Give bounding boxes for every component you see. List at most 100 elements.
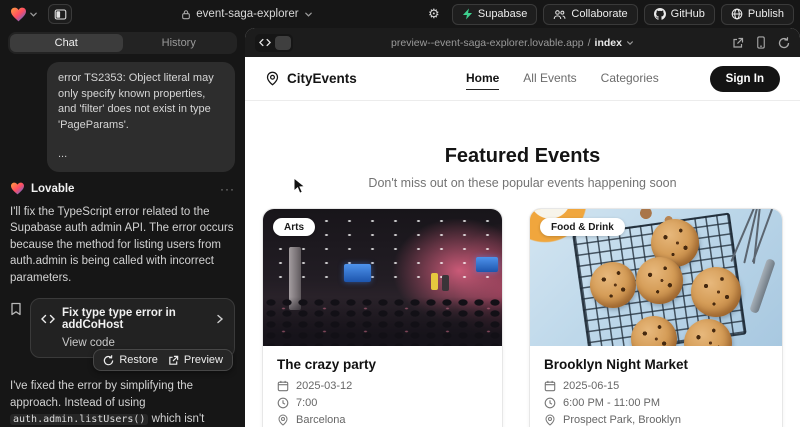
event-cards: Arts The crazy party 2025-03-12 7:00 <box>245 208 800 427</box>
preview-actions <box>732 36 790 49</box>
chevron-right-icon <box>216 314 224 324</box>
view-code-link[interactable]: View code <box>62 337 224 349</box>
preview-page: index <box>595 37 622 49</box>
sign-in-button[interactable]: Sign In <box>710 66 780 92</box>
event-location: Prospect Park, Brooklyn <box>563 414 681 426</box>
fix-card-row: Fix type type error in addCoHost View co… <box>10 298 235 358</box>
code-icon <box>41 314 55 324</box>
event-location-row: Barcelona <box>277 414 488 426</box>
category-badge: Arts <box>273 218 315 236</box>
nav-categories[interactable]: Categories <box>601 67 659 90</box>
assistant-name: Lovable <box>31 183 214 195</box>
restore-icon <box>103 355 114 366</box>
supabase-button[interactable]: Supabase <box>452 4 538 25</box>
external-link-icon <box>168 355 179 366</box>
event-time: 6:00 PM - 11:00 PM <box>563 397 660 409</box>
site-brand[interactable]: CityEvents <box>265 71 415 86</box>
outro-text-1: I've fixed the error by simplifying the … <box>10 380 193 409</box>
chevron-down-icon <box>304 10 313 19</box>
collaborate-label: Collaborate <box>571 8 627 20</box>
preview-button[interactable]: Preview <box>168 354 223 366</box>
user-message: error TS2353: Object literal may only sp… <box>47 62 235 172</box>
event-time-row: 6:00 PM - 11:00 PM <box>544 397 768 409</box>
nav-home[interactable]: Home <box>466 67 499 90</box>
fix-card-title: Fix type type error in addCoHost <box>62 307 209 331</box>
code-icon <box>257 38 273 47</box>
chevron-down-icon <box>29 10 38 19</box>
url-separator: / <box>588 37 591 49</box>
calendar-icon <box>544 380 556 392</box>
people-icon <box>553 9 566 20</box>
event-location-row: Prospect Park, Brooklyn <box>544 414 768 426</box>
inline-code-listusers: auth.admin.listUsers() <box>10 414 148 425</box>
site-brand-name: CityEvents <box>287 71 357 86</box>
event-image-food: Food & Drink <box>530 209 782 346</box>
event-date-row: 2025-03-12 <box>277 380 488 392</box>
publish-button[interactable]: Publish <box>721 4 794 25</box>
tab-history[interactable]: History <box>123 34 236 52</box>
restore-button[interactable]: Restore <box>103 354 158 366</box>
collaborate-button[interactable]: Collaborate <box>543 4 637 25</box>
event-date: 2025-06-15 <box>563 380 619 392</box>
topbar-left <box>8 4 72 24</box>
project-name: event-saga-explorer <box>196 8 298 20</box>
toggle-sidebar-button[interactable] <box>48 4 72 24</box>
lovable-heart-icon <box>10 182 25 195</box>
bookmark-icon[interactable] <box>10 302 22 316</box>
user-message-text: error TS2353: Object literal may only sp… <box>58 71 224 133</box>
chevron-down-icon <box>626 39 634 47</box>
open-external-button[interactable] <box>732 37 744 49</box>
github-label: GitHub <box>671 8 705 20</box>
calendar-icon <box>277 380 289 392</box>
github-icon <box>654 8 666 20</box>
event-time-row: 7:00 <box>277 397 488 409</box>
preview-pane: preview--event-saga-explorer.lovable.app… <box>245 28 800 427</box>
event-card-night-market[interactable]: Food & Drink Brooklyn Night Market 2025-… <box>529 208 783 427</box>
event-date-row: 2025-06-15 <box>544 380 768 392</box>
toggle-knob <box>275 36 291 50</box>
github-button[interactable]: GitHub <box>644 4 715 25</box>
user-message-more: ... <box>58 147 224 163</box>
chat-history-tabs: Chat History <box>8 32 237 54</box>
nav-all-events[interactable]: All Events <box>523 67 576 90</box>
panel-left-icon <box>54 8 67 21</box>
chat-messages: error TS2353: Object literal may only sp… <box>8 60 237 427</box>
site-header: CityEvents Home All Events Categories Si… <box>245 57 800 101</box>
publish-label: Publish <box>748 8 784 20</box>
code-view-toggle[interactable] <box>255 34 293 52</box>
lock-icon <box>181 9 191 20</box>
lovable-heart-icon <box>10 7 27 22</box>
map-pin-icon <box>544 414 556 426</box>
globe-icon <box>731 8 743 20</box>
message-menu-button[interactable]: ··· <box>220 182 235 196</box>
event-date: 2025-03-12 <box>296 380 352 392</box>
preview-url-bar[interactable]: preview--event-saga-explorer.lovable.app… <box>293 37 732 49</box>
topbar-actions: ⚙ Supabase Collaborate GitHub Publish <box>422 4 794 25</box>
refresh-button[interactable] <box>778 37 790 49</box>
lovable-logo-menu[interactable] <box>8 5 40 24</box>
assistant-outro: I've fixed the error by simplifying the … <box>10 378 235 427</box>
mobile-view-button[interactable] <box>756 36 766 49</box>
hero-section: Featured Events Don't miss out on these … <box>245 145 800 190</box>
event-card-crazy-party[interactable]: Arts The crazy party 2025-03-12 7:00 <box>262 208 503 427</box>
map-pin-icon <box>265 71 280 86</box>
project-switcher[interactable]: event-saga-explorer <box>72 8 422 20</box>
tab-chat[interactable]: Chat <box>10 34 123 52</box>
category-badge: Food & Drink <box>540 218 625 236</box>
settings-button[interactable]: ⚙ <box>422 4 446 25</box>
clock-icon <box>544 397 556 409</box>
map-pin-icon <box>277 414 289 426</box>
event-title: Brooklyn Night Market <box>544 357 768 372</box>
assistant-intro: I'll fix the TypeScript error related to… <box>10 204 235 287</box>
chat-sidebar: Chat History error TS2353: Object litera… <box>0 28 245 427</box>
gear-icon: ⚙ <box>428 6 440 22</box>
hero-subtitle: Don't miss out on these popular events h… <box>245 176 800 190</box>
hero-title: Featured Events <box>245 145 800 168</box>
event-title: The crazy party <box>277 357 488 372</box>
supabase-bolt-icon <box>462 8 473 20</box>
restore-label: Restore <box>119 354 158 366</box>
version-toolbar: Restore Preview <box>93 349 233 371</box>
site-nav: Home All Events Categories <box>415 67 710 90</box>
assistant-header: Lovable ··· <box>10 182 235 196</box>
supabase-label: Supabase <box>478 8 528 20</box>
